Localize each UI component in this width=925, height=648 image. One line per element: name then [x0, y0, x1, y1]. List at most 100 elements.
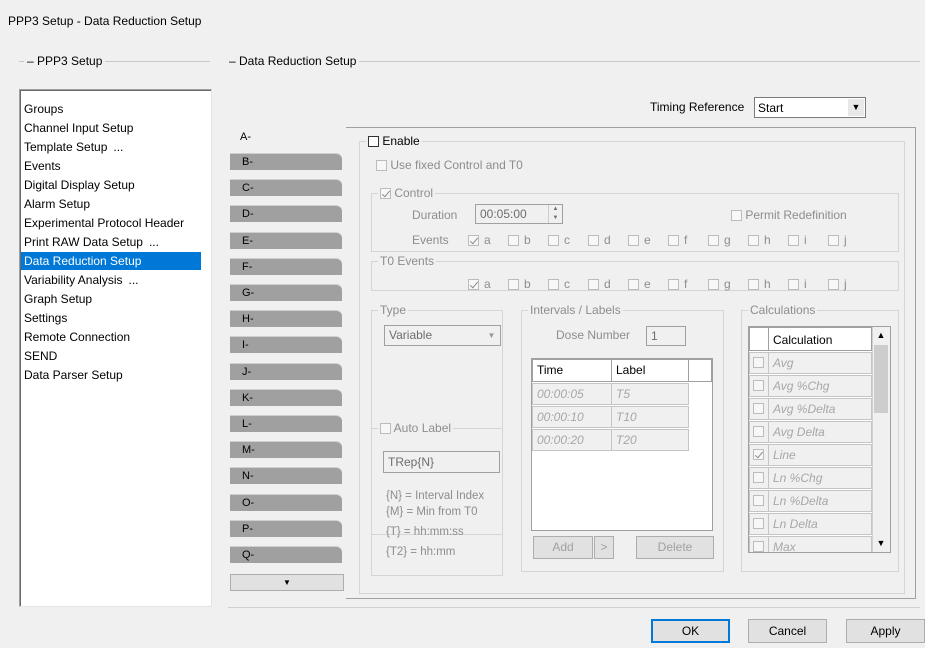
event-checkbox-c[interactable]: c [548, 277, 588, 291]
tab-d[interactable]: D- [230, 205, 342, 223]
event-checkbox-box[interactable] [548, 235, 559, 247]
scroll-down-icon[interactable]: ▼ [873, 535, 889, 552]
calc-checkbox-cell[interactable] [749, 536, 769, 552]
permit-redefinition-box[interactable] [731, 210, 742, 222]
calc-checkbox[interactable] [753, 495, 764, 506]
interval-label-cell[interactable]: T20 [611, 429, 689, 451]
tab-c[interactable]: C- [230, 179, 342, 197]
event-checkbox-g[interactable]: g [708, 233, 748, 247]
intervals-table[interactable]: Time Label 00:00:05 T5 00:00:10 T10 00:00:20 T2… [531, 358, 713, 531]
tree-item[interactable]: Settings [23, 309, 68, 327]
type-select[interactable]: Variable ▼ [384, 325, 501, 346]
scroll-up-icon[interactable]: ▲ [873, 327, 889, 344]
interval-time-cell[interactable]: 00:00:05 [532, 383, 612, 405]
chevron-down-icon[interactable]: ▼ [484, 327, 499, 344]
event-checkbox-box[interactable] [788, 279, 799, 291]
event-checkbox-box[interactable] [468, 279, 479, 291]
tree-item[interactable]: Graph Setup [23, 290, 93, 308]
tree-item[interactable]: Events [23, 157, 62, 175]
event-checkbox-box[interactable] [668, 235, 679, 247]
event-checkbox-box[interactable] [588, 235, 599, 247]
calc-checkbox[interactable] [753, 403, 764, 414]
event-checkbox-box[interactable] [788, 235, 799, 247]
event-checkbox-box[interactable] [708, 235, 719, 247]
calculation-cell[interactable]: Line [768, 444, 872, 466]
tree-item[interactable]: Channel Input Setup [23, 119, 134, 137]
permit-redefinition-checkbox[interactable]: Permit Redefinition [731, 208, 847, 222]
event-checkbox-f[interactable]: f [668, 233, 708, 247]
calc-checkbox-cell[interactable] [749, 513, 769, 535]
event-checkbox-b[interactable]: b [508, 233, 548, 247]
event-checkbox-a[interactable]: a [468, 233, 508, 247]
event-checkbox-box[interactable] [668, 279, 679, 291]
event-checkbox-i[interactable]: i [788, 277, 828, 291]
event-checkbox-d[interactable]: d [588, 277, 628, 291]
tab-scroll-down-button[interactable]: ▼ [230, 574, 344, 591]
tree-item[interactable]: Data Parser Setup [23, 366, 124, 384]
tree-item[interactable]: Print RAW Data Setup... [23, 233, 160, 251]
tree-item[interactable]: Alarm Setup [23, 195, 91, 213]
setup-tree[interactable]: Groups Channel Input Setup Template Setup.… [19, 89, 212, 607]
event-checkbox-a[interactable]: a [468, 277, 508, 291]
add-button[interactable]: Add [533, 536, 593, 559]
event-checkbox-c[interactable]: c [548, 233, 588, 247]
calc-checkbox[interactable] [753, 380, 764, 391]
tree-item[interactable]: Digital Display Setup [23, 176, 136, 194]
calculation-cell[interactable]: Avg %Delta [768, 398, 872, 420]
tree-item[interactable]: Remote Connection [23, 328, 131, 346]
tab-k[interactable]: K- [230, 388, 342, 406]
event-checkbox-b[interactable]: b [508, 277, 548, 291]
use-fixed-checkbox-box[interactable] [376, 160, 387, 172]
tab-j[interactable]: J- [230, 362, 342, 380]
tree-item[interactable]: Experimental Protocol Header [23, 214, 185, 232]
apply-button[interactable]: Apply [846, 619, 925, 643]
event-checkbox-box[interactable] [508, 279, 519, 291]
enable-checkbox[interactable]: Enable [366, 134, 422, 148]
tab-a[interactable]: A- [228, 129, 346, 146]
tab-e[interactable]: E- [230, 231, 342, 249]
calc-checkbox-cell[interactable] [749, 490, 769, 512]
event-checkbox-e[interactable]: e [628, 233, 668, 247]
event-checkbox-box[interactable] [708, 279, 719, 291]
calc-checkbox-cell[interactable] [749, 352, 769, 374]
tab-o[interactable]: O- [230, 493, 342, 511]
calc-checkbox-cell[interactable] [749, 421, 769, 443]
tab-n[interactable]: N- [230, 467, 342, 485]
auto-label-checkbox[interactable]: Auto Label [378, 421, 454, 435]
event-checkbox-box[interactable] [548, 279, 559, 291]
chevron-down-icon[interactable]: ▼ [848, 99, 864, 116]
use-fixed-checkbox[interactable]: Use fixed Control and T0 [376, 158, 523, 172]
event-checkbox-j[interactable]: j [828, 277, 868, 291]
timing-reference-select[interactable]: Start ▼ [754, 97, 866, 118]
event-checkbox-i[interactable]: i [788, 233, 828, 247]
arrow-button[interactable]: > [594, 536, 614, 559]
calc-checkbox-cell[interactable] [749, 375, 769, 397]
calc-scrollbar[interactable]: ▲ ▼ [872, 327, 890, 552]
tab-g[interactable]: G- [230, 284, 342, 301]
calculation-cell[interactable]: Avg %Chg [768, 375, 872, 397]
tab-h[interactable]: H- [230, 310, 342, 328]
calculation-cell[interactable]: Avg [768, 352, 872, 374]
calculation-cell[interactable]: Ln Delta [768, 513, 872, 535]
tab-p[interactable]: P- [230, 519, 342, 537]
tree-item[interactable]: SEND [23, 347, 58, 365]
tab-b[interactable]: B- [230, 153, 342, 170]
event-checkbox-f[interactable]: f [668, 277, 708, 291]
event-checkbox-box[interactable] [748, 235, 759, 247]
auto-label-box[interactable] [380, 423, 391, 435]
calc-checkbox[interactable] [753, 472, 764, 483]
event-checkbox-box[interactable] [628, 235, 639, 247]
event-checkbox-box[interactable] [508, 235, 519, 247]
calc-checkbox[interactable] [753, 449, 764, 460]
event-checkbox-box[interactable] [588, 279, 599, 291]
calc-checkbox[interactable] [753, 357, 764, 368]
tab-i[interactable]: I- [230, 336, 342, 354]
interval-time-cell[interactable]: 00:00:20 [532, 429, 612, 451]
tab-l[interactable]: L- [230, 415, 342, 432]
enable-checkbox-box[interactable] [368, 136, 379, 148]
dose-number-input[interactable]: 1 [646, 326, 686, 346]
interval-time-cell[interactable]: 00:00:10 [532, 406, 612, 428]
delete-button[interactable]: Delete [636, 536, 714, 559]
event-checkbox-box[interactable] [748, 279, 759, 291]
calculation-cell[interactable]: Avg Delta [768, 421, 872, 443]
